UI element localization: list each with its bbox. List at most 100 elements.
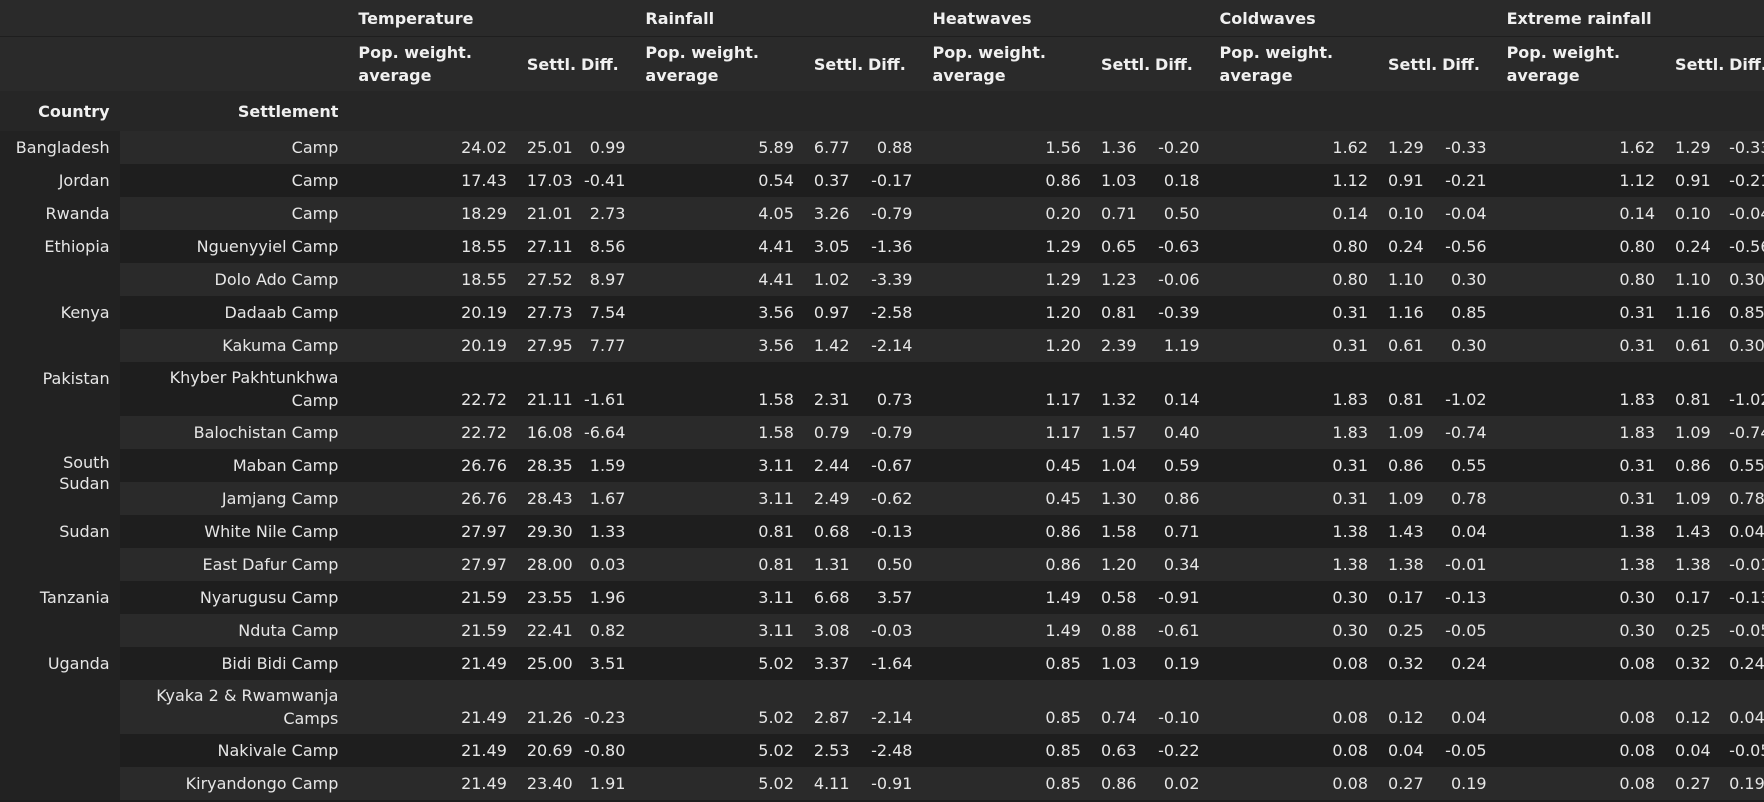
value-cell: 0.86 <box>922 515 1091 548</box>
value-cell: 0.04 <box>1432 680 1497 734</box>
country-cell: Rwanda <box>0 197 120 230</box>
value-cell: 1.17 <box>922 416 1091 449</box>
settlement-cell: Camp <box>119 164 349 197</box>
value-cell: 0.32 <box>1665 647 1720 680</box>
value-cell: 0.81 <box>1378 362 1433 416</box>
value-cell: 5.89 <box>635 131 804 164</box>
value-cell: 0.50 <box>857 548 923 581</box>
group-header: Temperature <box>348 0 636 37</box>
value-cell: 20.69 <box>516 734 573 767</box>
value-cell: 0.12 <box>1378 680 1433 734</box>
sub-header-row: Pop. weight. average Settl. Diff. Pop. w… <box>0 36 1764 91</box>
value-cell: 1.12 <box>1496 164 1666 197</box>
value-cell: -2.14 <box>857 680 923 734</box>
value-cell: 21.59 <box>348 614 517 647</box>
value-cell: 0.20 <box>922 197 1091 230</box>
value-cell: 0.31 <box>1209 449 1379 482</box>
value-cell: -1.02 <box>1432 362 1497 416</box>
table-row: Bangladesh Camp 24.02 25.01 0.99 5.89 6.77 0.88… <box>0 131 1764 164</box>
value-cell: 29.30 <box>516 515 573 548</box>
table-row: Rwanda Camp 18.29 21.01 2.73 4.05 3.26 -0.79 0.2… <box>0 197 1764 230</box>
value-cell: 3.05 <box>803 230 858 263</box>
index-settlement-header: Settlement <box>119 91 349 131</box>
table-row: Kyaka 2 & Rwamwanja Camps 21.49 21.26 -0.23… <box>0 680 1764 734</box>
table-row: Uganda Bidi Bidi Camp 21.49 25.00 3.51 5.02 3.… <box>0 647 1764 800</box>
value-cell: 1.38 <box>1665 548 1720 581</box>
value-cell: 2.87 <box>803 680 858 734</box>
settlement-cell: Jamjang Camp <box>119 482 349 515</box>
value-cell: 27.97 <box>348 515 517 548</box>
value-cell: 0.30 <box>1209 614 1379 647</box>
value-cell: 27.73 <box>516 296 573 329</box>
value-cell: 0.08 <box>1496 647 1666 680</box>
value-cell: 27.95 <box>516 329 573 362</box>
settlement-cell: Nguenyyiel Camp <box>119 230 349 263</box>
country-cell: Uganda <box>0 647 120 800</box>
value-cell: 0.45 <box>922 482 1091 515</box>
value-cell: 1.58 <box>1090 515 1146 548</box>
value-cell: 25.00 <box>516 647 573 680</box>
value-cell: -0.05 <box>1432 614 1497 647</box>
value-cell: -0.91 <box>1145 581 1210 614</box>
value-cell: 27.11 <box>516 230 573 263</box>
value-cell: -2.48 <box>857 734 923 767</box>
value-cell: 0.31 <box>1209 329 1379 362</box>
group-header: Coldwaves <box>1209 0 1497 37</box>
value-cell: 1.58 <box>635 362 804 416</box>
value-cell: 21.26 <box>516 680 573 734</box>
value-cell: 22.72 <box>348 416 517 449</box>
value-cell: 0.78 <box>1432 482 1497 515</box>
value-cell: 0.04 <box>1665 734 1720 767</box>
subheader-avg: Pop. weight. average <box>348 36 517 91</box>
value-cell: 0.30 <box>1719 329 1764 362</box>
value-cell: -0.62 <box>857 482 923 515</box>
value-cell: 4.41 <box>635 263 804 296</box>
value-cell: -0.10 <box>1145 680 1210 734</box>
settlement-cell: Maban Camp <box>119 449 349 482</box>
value-cell: 0.74 <box>1090 680 1146 734</box>
value-cell: -0.79 <box>857 416 923 449</box>
value-cell: -0.91 <box>857 767 923 800</box>
value-cell: 0.04 <box>1719 515 1764 548</box>
value-cell: 0.86 <box>922 548 1091 581</box>
subheader-settl: Settl. <box>1090 36 1150 91</box>
settlement-cell: Dolo Ado Camp <box>119 263 349 296</box>
value-cell: -0.61 <box>1145 614 1210 647</box>
settlement-cell: Nyarugusu Camp <box>119 581 349 614</box>
settlement-cell: Nduta Camp <box>119 614 349 647</box>
value-cell: 0.31 <box>1496 329 1666 362</box>
value-cell: 7.54 <box>570 296 636 329</box>
value-cell: 21.59 <box>348 581 517 614</box>
value-cell: 0.08 <box>1496 734 1666 767</box>
country-cell: Jordan <box>0 164 120 197</box>
table-row: South Sudan Maban Camp 26.76 28.35 1.59 3.11 2… <box>0 449 1764 515</box>
value-cell: 1.91 <box>570 767 636 800</box>
value-cell: -0.63 <box>1145 230 1210 263</box>
value-cell: 26.76 <box>348 482 517 515</box>
value-cell: -1.36 <box>857 230 923 263</box>
value-cell: 25.01 <box>516 131 573 164</box>
value-cell: 5.02 <box>635 767 804 800</box>
value-cell: 23.55 <box>516 581 573 614</box>
value-cell: 1.38 <box>1378 548 1433 581</box>
value-cell: -0.33 <box>1432 131 1497 164</box>
value-cell: 1.32 <box>1090 362 1146 416</box>
value-cell: 0.80 <box>1209 230 1379 263</box>
value-cell: 0.24 <box>1665 230 1720 263</box>
value-cell: 28.43 <box>516 482 573 515</box>
value-cell: 1.56 <box>922 131 1091 164</box>
value-cell: 0.32 <box>1378 647 1433 680</box>
value-cell: 0.08 <box>1496 767 1666 800</box>
group-header: Rainfall <box>635 0 923 37</box>
value-cell: 3.11 <box>635 614 804 647</box>
subheader-settl: Settl. <box>516 36 576 91</box>
table-row: Sudan White Nile Camp 27.97 29.30 1.33 0.81 0.… <box>0 515 1764 581</box>
value-cell: -0.13 <box>1432 581 1497 614</box>
value-cell: -0.56 <box>1719 230 1764 263</box>
value-cell: 6.77 <box>803 131 858 164</box>
value-cell: 24.02 <box>348 131 517 164</box>
value-cell: 1.38 <box>1496 515 1666 548</box>
value-cell: -0.05 <box>1719 614 1764 647</box>
value-cell: 0.19 <box>1432 767 1497 800</box>
value-cell: 0.17 <box>1378 581 1433 614</box>
